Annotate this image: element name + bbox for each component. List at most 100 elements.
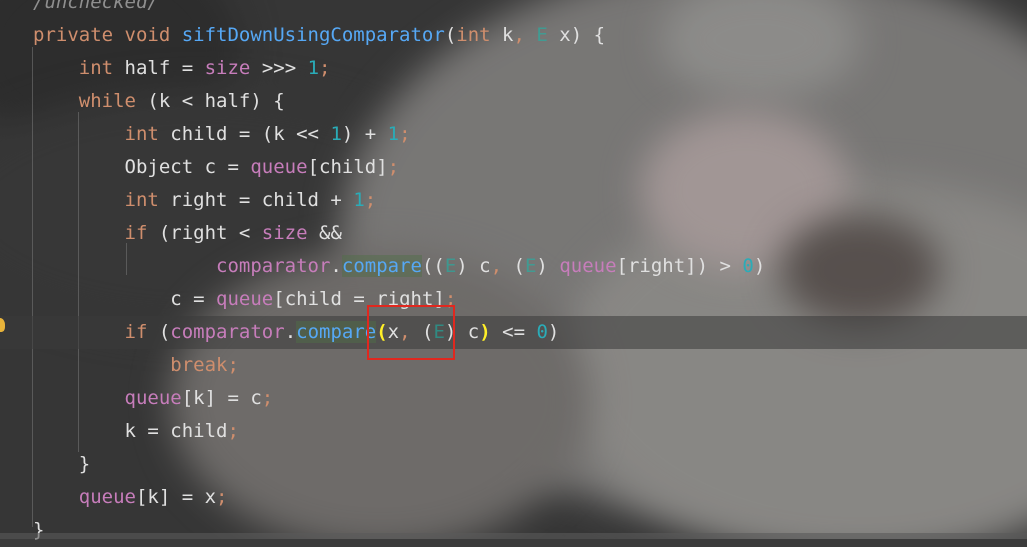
code-token: ; bbox=[364, 189, 377, 211]
code-token: c = bbox=[170, 288, 217, 310]
code-token: E bbox=[444, 255, 457, 277]
code-token: right = child + bbox=[170, 189, 354, 211]
code-token: ; bbox=[261, 387, 274, 409]
code-token: ; bbox=[216, 486, 228, 508]
annotation-box bbox=[367, 305, 455, 360]
code-line[interactable]: queue[k] = c; bbox=[0, 382, 1027, 415]
code-token: int bbox=[456, 24, 503, 46]
code-token: 1 bbox=[353, 189, 365, 211]
code-line[interactable]: } bbox=[0, 448, 1027, 481]
code-token: half = bbox=[124, 57, 205, 79]
code-token: >>> bbox=[250, 57, 308, 79]
code-token: ) bbox=[547, 321, 560, 343]
code-token: , bbox=[513, 24, 537, 46]
code-token: ; bbox=[387, 156, 400, 178]
code-token: [right]) > bbox=[616, 255, 743, 277]
code-token: [k] = c bbox=[181, 387, 262, 409]
code-token: (k < half) { bbox=[147, 90, 285, 112]
code-line[interactable]: int right = child + 1; bbox=[0, 184, 1027, 217]
code-token: ; bbox=[319, 57, 331, 79]
code-token: Object c = bbox=[124, 156, 251, 178]
code-token: queue bbox=[78, 486, 136, 508]
code-token: 1 bbox=[330, 123, 342, 145]
code-token: E bbox=[536, 24, 560, 46]
code-token: [k] = x bbox=[135, 486, 217, 508]
code-token: (right < bbox=[158, 222, 262, 244]
code-line[interactable]: k = child; bbox=[0, 415, 1027, 448]
code-token: 1 bbox=[307, 57, 320, 79]
code-token: E bbox=[524, 255, 537, 277]
code-line[interactable]: int child = (k << 1) + 1; bbox=[0, 118, 1027, 151]
code-line[interactable]: } bbox=[0, 514, 1027, 547]
code-token: k = child bbox=[124, 420, 228, 442]
code-line[interactable]: queue[k] = x; bbox=[0, 481, 1027, 514]
code-token: ( bbox=[158, 321, 171, 343]
horizontal-scrollbar[interactable] bbox=[0, 533, 1027, 539]
code-token: compare bbox=[341, 255, 422, 277]
code-token: size bbox=[261, 222, 308, 244]
code-token: [child] bbox=[307, 156, 388, 178]
code-token: child = (k << bbox=[170, 123, 331, 145]
code-token: 0 bbox=[536, 321, 548, 343]
code-token: void bbox=[124, 24, 182, 46]
code-token: (( bbox=[421, 255, 445, 277]
code-line[interactable]: private void siftDownUsingComparator(int… bbox=[0, 19, 1027, 52]
code-token: size bbox=[204, 57, 251, 79]
code-token: queue bbox=[124, 387, 182, 409]
code-token: int bbox=[78, 57, 125, 79]
code-line[interactable]: while (k < half) { bbox=[0, 85, 1027, 118]
code-token: && bbox=[307, 222, 342, 244]
code-token: , bbox=[490, 255, 514, 277]
code-token: <= bbox=[490, 321, 537, 343]
code-token: ( bbox=[513, 255, 525, 277]
code-token: if bbox=[124, 222, 159, 244]
code-line[interactable]: int half = size >>> 1; bbox=[0, 52, 1027, 85]
code-line[interactable]: comparator.compare((E) c, (E) queue[righ… bbox=[0, 250, 1027, 283]
code-token: int bbox=[124, 123, 171, 145]
code-line[interactable]: /unchecked/ bbox=[0, 0, 1027, 19]
code-token: comparator bbox=[216, 255, 331, 277]
code-token: ; bbox=[227, 420, 239, 442]
code-token: int bbox=[124, 189, 171, 211]
code-token: if bbox=[124, 321, 159, 343]
code-token: ) c bbox=[456, 255, 491, 277]
code-token: break bbox=[170, 354, 228, 376]
code-token: queue bbox=[250, 156, 308, 178]
code-line[interactable]: Object c = queue[child]; bbox=[0, 151, 1027, 184]
code-line[interactable]: if (comparator.compare(x, (E) c) <= 0) bbox=[0, 316, 1027, 349]
code-token: k bbox=[502, 24, 514, 46]
code-token: x) { bbox=[559, 24, 606, 46]
code-token: queue bbox=[559, 255, 617, 277]
code-token: ) bbox=[536, 255, 560, 277]
code-token: . bbox=[284, 321, 297, 343]
code-token: /unchecked/ bbox=[33, 0, 159, 13]
code-token: ; bbox=[227, 354, 239, 376]
code-line[interactable]: break; bbox=[0, 349, 1027, 382]
code-editor[interactable]: /unchecked/private void siftDownUsingCom… bbox=[0, 0, 1027, 541]
code-token: queue bbox=[216, 288, 274, 310]
code-token: ) + bbox=[341, 123, 388, 145]
code-line[interactable]: c = queue[child = right]; bbox=[0, 283, 1027, 316]
code-token: ) bbox=[479, 321, 491, 343]
code-token: 0 bbox=[742, 255, 754, 277]
code-token: 1 bbox=[387, 123, 400, 145]
code-token: compare bbox=[296, 321, 377, 343]
code-line[interactable]: if (right < size && bbox=[0, 217, 1027, 250]
code-token: . bbox=[330, 255, 342, 277]
code-token: ; bbox=[399, 123, 411, 145]
code-token: siftDownUsingComparator bbox=[181, 24, 445, 46]
code-token: while bbox=[78, 90, 148, 112]
code-token: ( bbox=[444, 24, 457, 46]
